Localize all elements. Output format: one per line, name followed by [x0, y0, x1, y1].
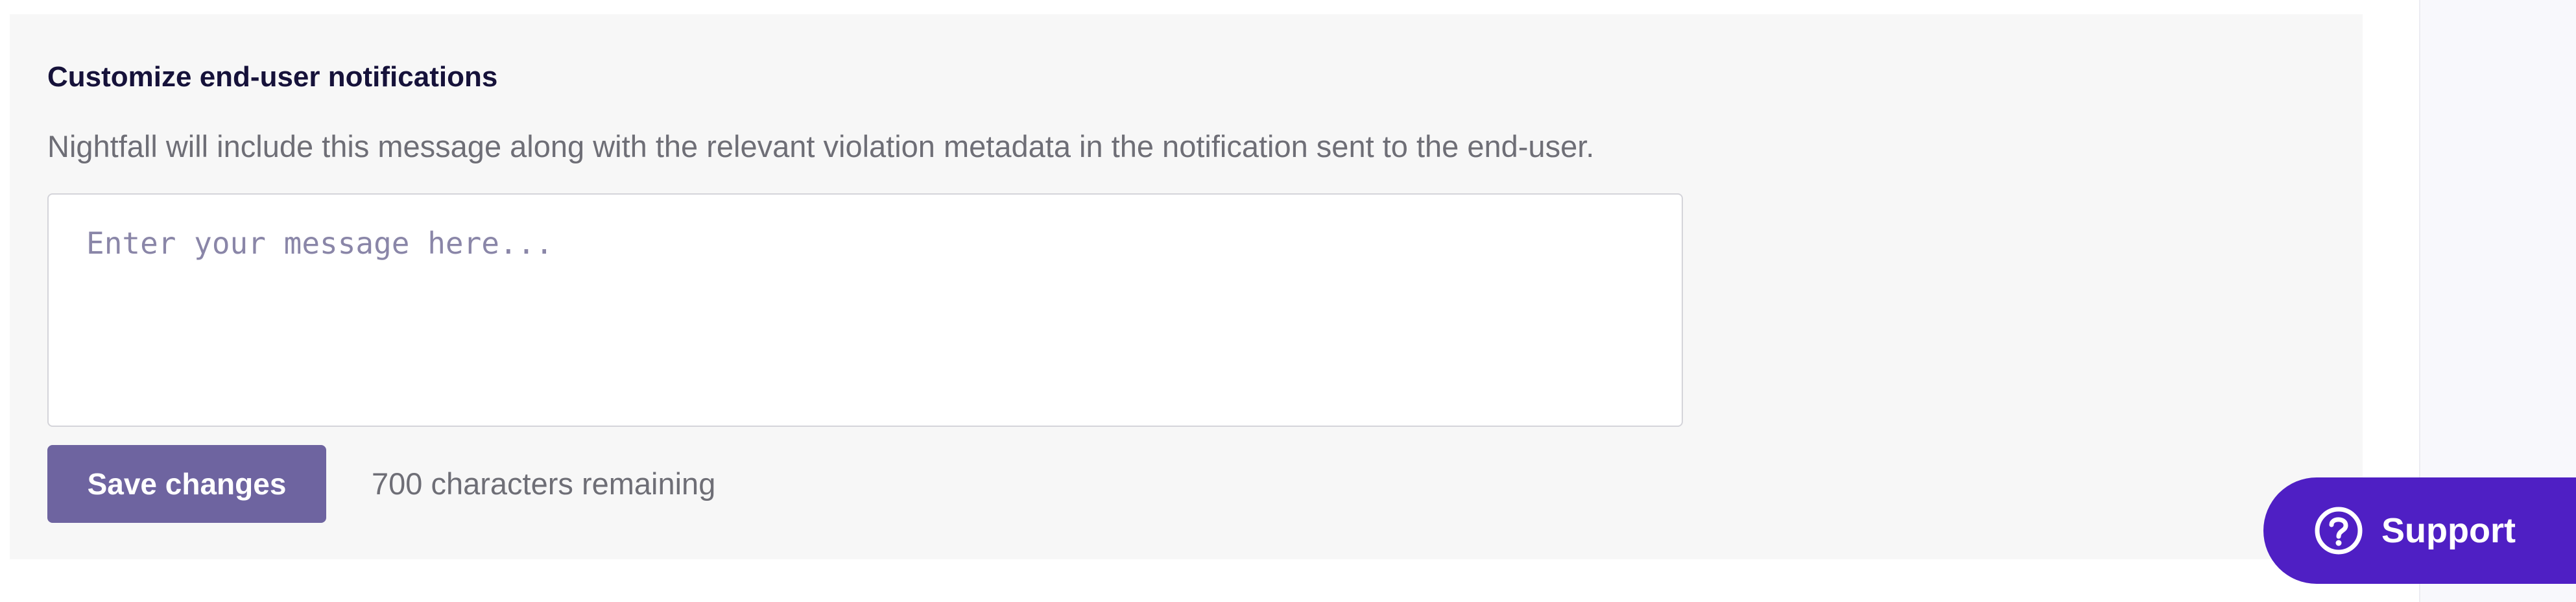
end-user-notifications-panel: Customize end-user notifications Nightfa…: [10, 14, 2363, 559]
page: Customize end-user notifications Nightfa…: [0, 0, 2576, 602]
support-button[interactable]: Support: [2263, 477, 2576, 584]
panel-title: Customize end-user notifications: [47, 61, 498, 93]
message-input[interactable]: [47, 193, 1683, 427]
save-changes-button[interactable]: Save changes: [47, 445, 326, 523]
support-label: Support: [2381, 511, 2516, 550]
characters-remaining-text: 700 characters remaining: [372, 466, 716, 501]
panel-description: Nightfall will include this message alon…: [47, 129, 1595, 163]
help-circle-icon: [2315, 507, 2363, 555]
